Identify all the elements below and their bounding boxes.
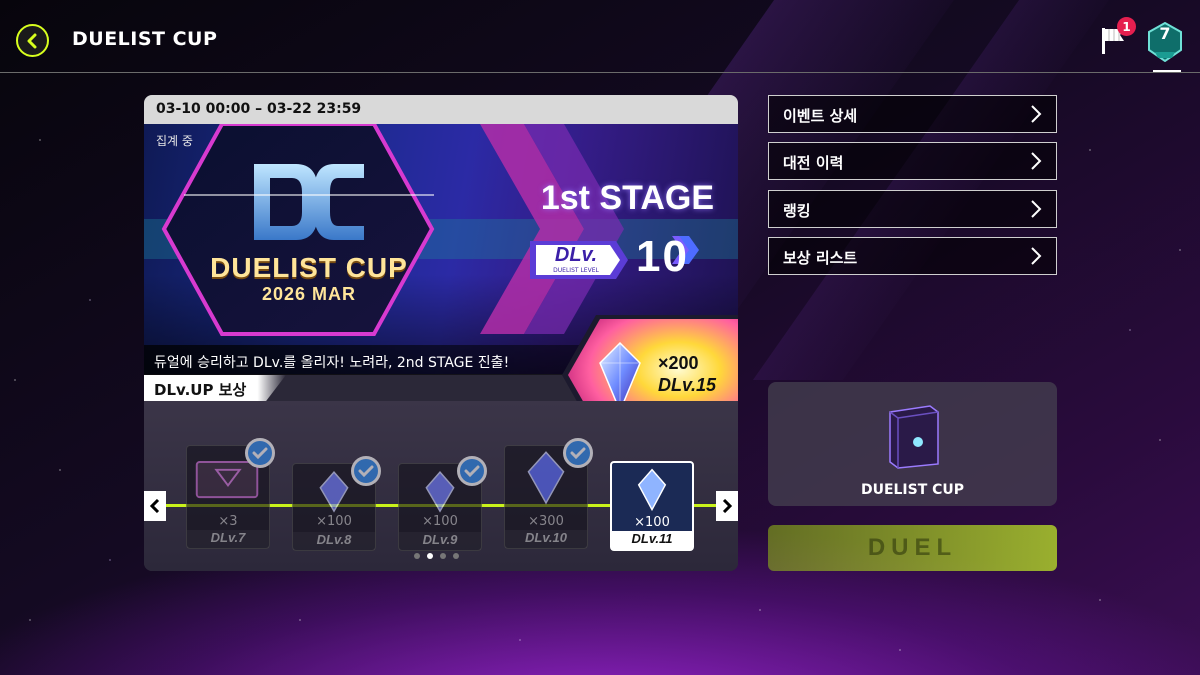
chevron-right-icon xyxy=(1031,247,1042,265)
menu-event-details-button[interactable]: 이벤트 상세 xyxy=(768,95,1057,133)
dlv-tag-label: DLv. xyxy=(554,244,598,266)
banner-subtitle: 2026 MAR xyxy=(261,284,357,304)
reward-qty: ×100 xyxy=(316,514,352,529)
chevron-right-icon xyxy=(1031,200,1042,218)
chevron-right-icon xyxy=(722,499,733,513)
reward-tile-current[interactable]: ×100 DLv.11 xyxy=(610,461,694,551)
reward-tile[interactable]: ×3 DLv.7 xyxy=(186,438,275,549)
reward-level: DLv.11 xyxy=(612,531,692,549)
menu-label: 이벤트 상세 xyxy=(783,107,858,125)
reward-tile[interactable]: ×100 DLv.8 xyxy=(292,456,381,551)
notification-badge: 1 xyxy=(1117,17,1136,36)
next-rewards-button[interactable] xyxy=(716,491,738,521)
prev-rewards-button[interactable] xyxy=(144,491,166,521)
chevron-left-icon xyxy=(27,33,36,48)
reward-page-indicator xyxy=(414,553,459,559)
menu-label: 대전 이력 xyxy=(783,154,844,172)
featured-reward-level: DLv.15 xyxy=(658,375,717,395)
back-button[interactable] xyxy=(16,24,49,57)
reward-track: ×3 DLv.7 ×100 DLv.8 ×100 DLv.9 ×300 DLv.… xyxy=(144,401,738,571)
claimed-check-icon xyxy=(351,456,381,486)
gem-icon xyxy=(637,468,667,512)
page-dot[interactable] xyxy=(453,553,459,559)
reward-level: DLv.8 xyxy=(293,532,375,550)
duel-button[interactable]: DUEL xyxy=(768,525,1057,571)
claimed-check-icon xyxy=(563,438,593,468)
chevron-left-icon xyxy=(149,499,160,513)
claimed-check-icon xyxy=(457,456,487,486)
event-panel: 03-10 00:00 – 03-22 23:59 집계 중 DUELIST C… xyxy=(144,95,738,571)
event-status: 집계 중 xyxy=(156,134,193,148)
reward-qty: ×3 xyxy=(218,514,238,529)
dlv-tag-sublabel: DUELIST LEVEL xyxy=(553,267,599,274)
rank-value: 7 xyxy=(1159,24,1171,43)
rank-button[interactable]: 7 xyxy=(1147,22,1183,62)
stage-label: 1st STAGE xyxy=(540,179,714,217)
chevron-right-icon xyxy=(1031,105,1042,123)
reward-tile[interactable]: ×300 DLv.10 xyxy=(504,438,593,549)
dlv-up-rewards-label: DLv.UP 보상 xyxy=(144,375,286,401)
deck-box-icon xyxy=(889,405,939,469)
claimed-check-icon xyxy=(245,438,275,468)
reward-qty: ×300 xyxy=(528,514,564,529)
page-title: DUELIST CUP xyxy=(72,28,218,50)
menu-match-history-button[interactable]: 대전 이력 xyxy=(768,142,1057,180)
page-dot-active[interactable] xyxy=(427,553,433,559)
deck-pack-card[interactable]: DUELIST CUP xyxy=(768,382,1057,506)
dlv-tag: DLv. DUELIST LEVEL xyxy=(530,241,628,279)
page-dot[interactable] xyxy=(414,553,420,559)
featured-reward-qty: ×200 xyxy=(658,353,699,373)
menu-label: 보상 리스트 xyxy=(783,249,858,267)
reward-level: DLv.7 xyxy=(187,530,269,548)
page-dot[interactable] xyxy=(440,553,446,559)
menu-reward-list-button[interactable]: 보상 리스트 xyxy=(768,237,1057,275)
reward-level: DLv.9 xyxy=(399,532,481,550)
banner-title: DUELIST CUP xyxy=(210,252,408,283)
reward-tile[interactable]: ×100 DLv.9 xyxy=(398,456,487,551)
menu-ranking-button[interactable]: 랭킹 xyxy=(768,190,1057,228)
current-dlv: 10 xyxy=(636,232,689,281)
reward-qty: ×100 xyxy=(634,515,670,530)
reward-level: DLv.10 xyxy=(505,530,587,548)
menu-label: 랭킹 xyxy=(783,202,811,220)
deck-pack-label: DUELIST CUP xyxy=(860,482,965,498)
event-date-range: 03-10 00:00 – 03-22 23:59 xyxy=(144,95,738,124)
header-divider xyxy=(0,72,1200,73)
top-bar: DUELIST CUP 1 7 xyxy=(0,0,1200,74)
reward-qty: ×100 xyxy=(422,514,458,529)
chevron-right-icon xyxy=(1031,152,1042,170)
